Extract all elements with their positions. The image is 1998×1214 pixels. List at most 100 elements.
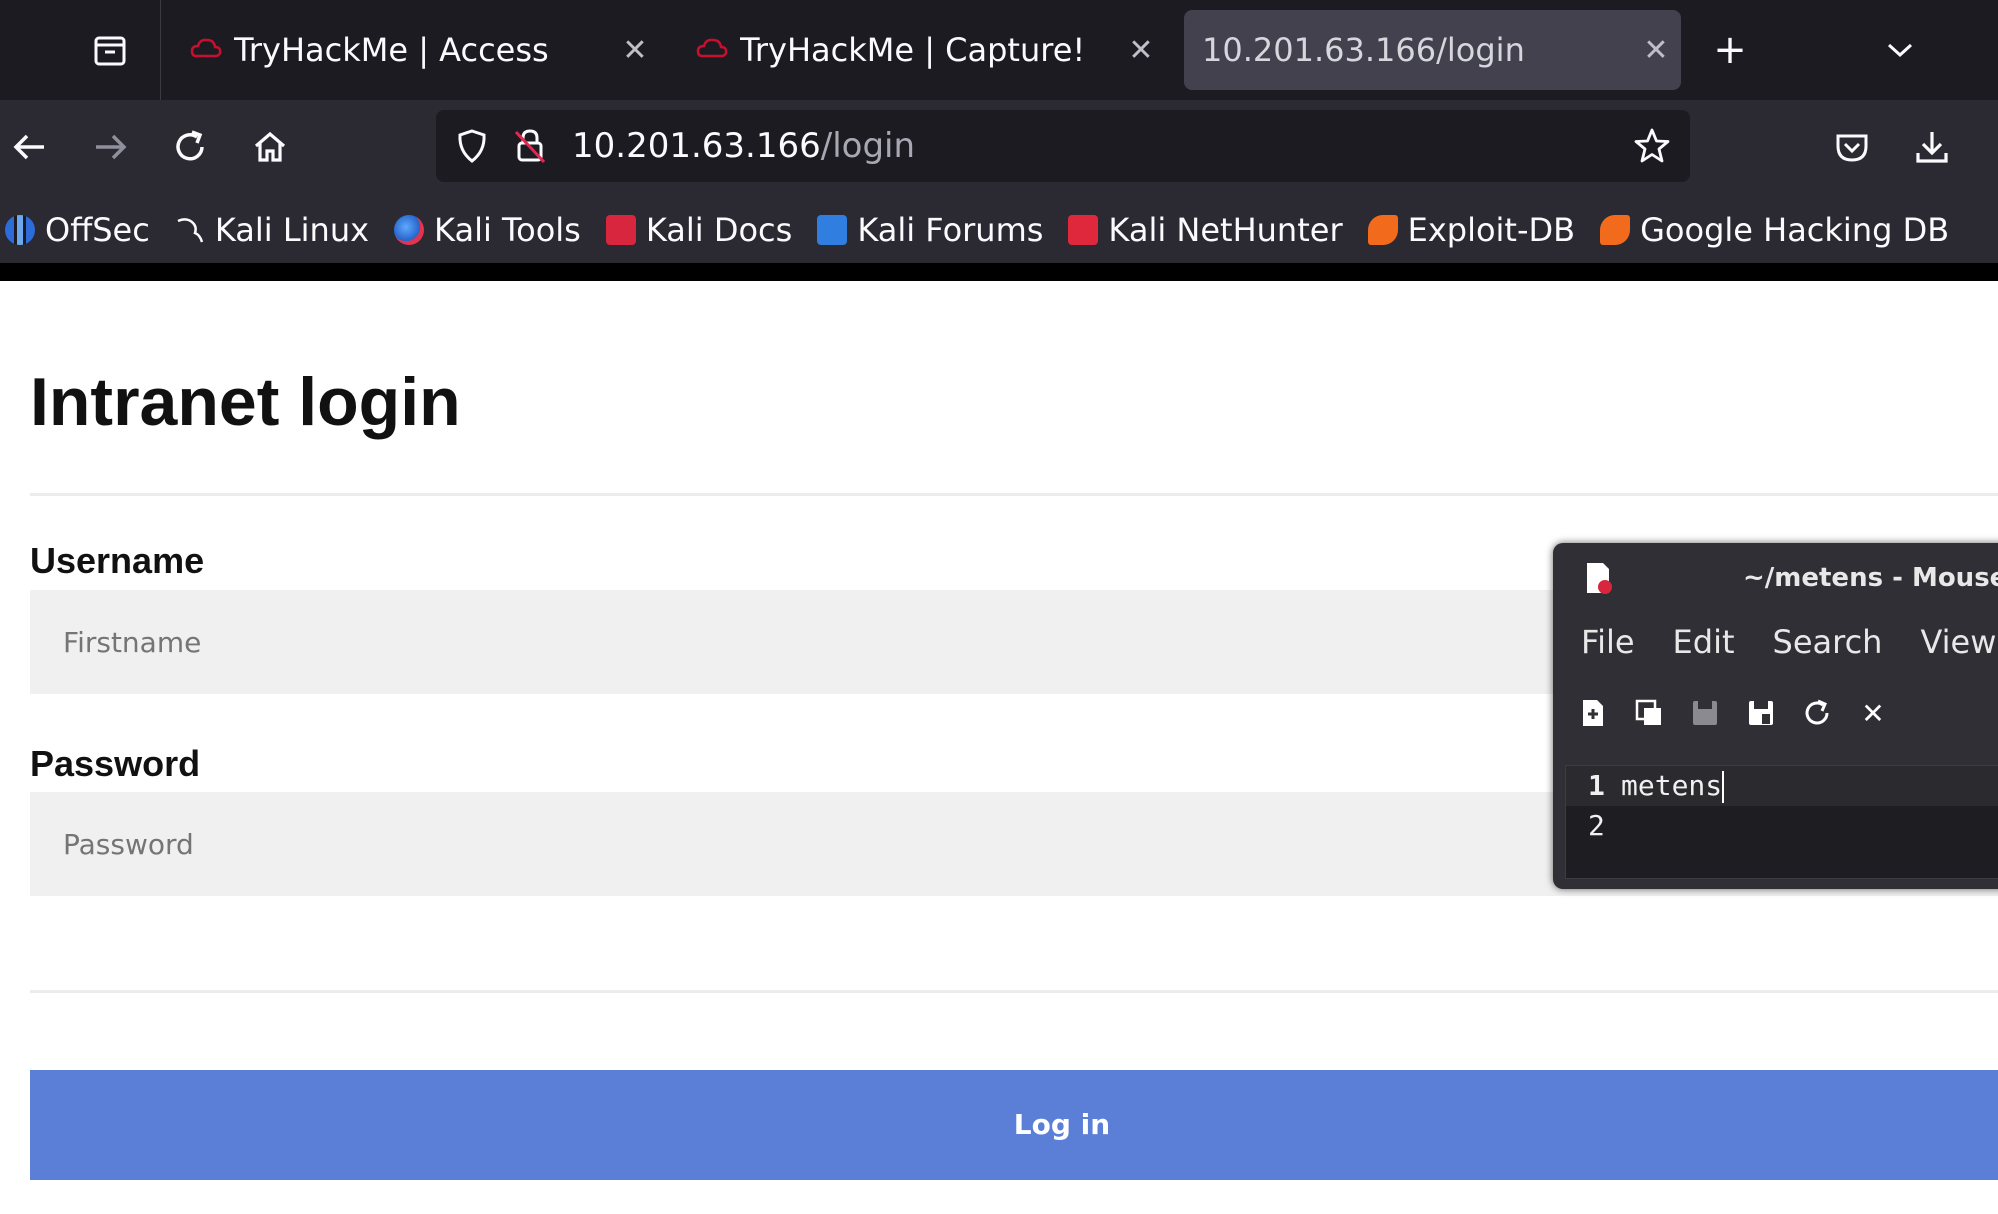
url-host: 10.201.63.166 (572, 126, 821, 166)
tab-login-page[interactable]: 10.201.63.166/login ✕ (1184, 10, 1681, 90)
menu-edit[interactable]: Edit (1673, 623, 1735, 661)
bookmark-label: OffSec (45, 211, 150, 249)
bookmark-exploit-db[interactable]: Exploit-DB (1367, 211, 1576, 249)
menu-file[interactable]: File (1581, 623, 1635, 661)
divider (30, 493, 1998, 496)
bookmark-label: Kali Forums (857, 211, 1044, 249)
list-all-tabs-button[interactable] (70, 20, 150, 80)
mousepad-window[interactable]: ~/metens - Mousepad File Edit Search Vie… (1553, 543, 1998, 889)
tab-title: TryHackMe | Capture! (740, 31, 1086, 69)
mousepad-app-icon (1587, 563, 1612, 594)
kali-dragon-icon (177, 218, 204, 243)
url-text[interactable]: 10.201.63.166/login (572, 110, 915, 182)
login-button[interactable]: Log in (30, 1070, 1998, 1180)
tab-manager-icon (94, 36, 126, 66)
menu-search[interactable]: Search (1773, 623, 1883, 661)
home-icon (254, 131, 286, 162)
reload-icon (1805, 699, 1829, 725)
download-icon (1916, 132, 1948, 163)
username-label: Username (30, 540, 205, 581)
insecure-lock-icon[interactable] (510, 126, 550, 166)
bookmark-kali-forums[interactable]: Kali Forums (817, 211, 1043, 249)
arrow-right-icon (96, 134, 127, 160)
menu-view[interactable]: View (1920, 623, 1996, 661)
new-window-button[interactable] (1629, 693, 1669, 733)
tab-close-icon[interactable]: ✕ (610, 33, 660, 68)
bookmark-google-hacking-db[interactable]: Google Hacking DB (1600, 211, 1949, 249)
new-document-button[interactable] (1573, 693, 1613, 733)
toolbar-bottom-border (0, 263, 1998, 281)
kali-forums-icon (817, 215, 848, 245)
bookmark-kali-nethunter[interactable]: Kali NetHunter (1068, 211, 1343, 249)
bookmark-label: Kali NetHunter (1108, 211, 1343, 249)
url-path: /login (820, 126, 916, 166)
bookmark-kali-docs[interactable]: Kali Docs (605, 211, 793, 249)
bookmark-label: Kali Tools (434, 211, 581, 249)
tab-tryhackme-access[interactable]: TryHackMe | Access ✕ (170, 10, 660, 90)
plus-icon: + (1713, 27, 1747, 73)
bookmark-star-icon[interactable] (1632, 126, 1672, 166)
tab-close-icon[interactable]: ✕ (1631, 33, 1681, 68)
text-caret (1722, 771, 1725, 803)
new-file-icon (1583, 700, 1603, 726)
kali-tools-icon (394, 215, 425, 245)
browser-tab-bar: TryHackMe | Access ✕ TryHackMe | Capture… (0, 0, 1998, 100)
tab-tryhackme-capture[interactable]: TryHackMe | Capture! ✕ (676, 10, 1166, 90)
new-window-icon (1635, 699, 1661, 725)
close-icon: ✕ (1861, 696, 1885, 730)
ghdb-icon (1600, 215, 1631, 245)
tab-title: TryHackMe | Access (234, 31, 549, 69)
tab-close-icon[interactable]: ✕ (1116, 33, 1166, 68)
mousepad-menubar: File Edit Search View (1553, 609, 1998, 675)
bookmarks-toolbar: OffSec Kali Linux Kali Tools Kali Docs K… (0, 197, 1998, 263)
mousepad-window-title: ~/metens - Mousepad (1743, 563, 1998, 593)
reload-icon (176, 130, 204, 161)
back-button[interactable] (5, 122, 55, 172)
save-as-button[interactable] (1741, 693, 1781, 733)
save-button[interactable] (1685, 693, 1725, 733)
bookmark-label: Kali Linux (214, 211, 370, 249)
tab-overflow-button[interactable] (1875, 25, 1925, 75)
mousepad-titlebar[interactable]: ~/metens - Mousepad (1553, 543, 1998, 609)
tab-title: 10.201.63.166/login (1202, 31, 1525, 69)
login-button-label: Log in (1013, 1108, 1111, 1141)
browser-nav-bar: 10.201.63.166/login (0, 100, 1998, 197)
reload-button[interactable] (165, 122, 215, 172)
bookmark-offsec[interactable]: OffSec (5, 211, 150, 249)
save-icon (1693, 701, 1717, 725)
arrow-left-icon (13, 134, 44, 160)
pocket-button[interactable] (1827, 122, 1877, 172)
reload-file-button[interactable] (1797, 693, 1837, 733)
tryhackme-favicon-icon (696, 38, 728, 58)
bookmark-label: Google Hacking DB (1640, 211, 1950, 249)
forward-button[interactable] (85, 122, 135, 172)
bookmark-label: Kali Docs (645, 211, 793, 249)
new-tab-button[interactable]: + (1705, 25, 1755, 75)
page-title: Intranet login (30, 364, 461, 440)
close-document-button[interactable]: ✕ (1853, 693, 1893, 733)
kali-docs-icon (605, 215, 636, 245)
downloads-button[interactable] (1907, 122, 1957, 172)
address-bar[interactable]: 10.201.63.166/login (436, 110, 1690, 182)
save-as-icon (1749, 701, 1773, 725)
line-number: 1 (1588, 769, 1605, 802)
tryhackme-favicon-icon (190, 38, 222, 58)
mousepad-toolbar: ✕ (1553, 683, 1998, 743)
mousepad-text-editor[interactable]: 1 metens 2 (1565, 765, 1998, 879)
pocket-icon (1836, 134, 1868, 162)
line-content: metens (1621, 769, 1723, 802)
bookmark-kali-linux[interactable]: Kali Linux (175, 211, 369, 249)
home-button[interactable] (245, 122, 295, 172)
chevron-down-icon (1887, 43, 1913, 58)
exploit-db-icon (1367, 215, 1398, 245)
offsec-icon (5, 215, 35, 245)
bookmark-label: Exploit-DB (1407, 211, 1576, 249)
kali-nethunter-icon (1068, 215, 1099, 245)
tracking-shield-icon[interactable] (452, 126, 492, 166)
bookmark-kali-tools[interactable]: Kali Tools (394, 211, 581, 249)
line-number: 2 (1588, 809, 1605, 842)
tab-separator (160, 0, 161, 100)
divider (30, 990, 1998, 993)
password-label: Password (30, 743, 201, 784)
editor-line-text: metens (1621, 766, 1725, 806)
